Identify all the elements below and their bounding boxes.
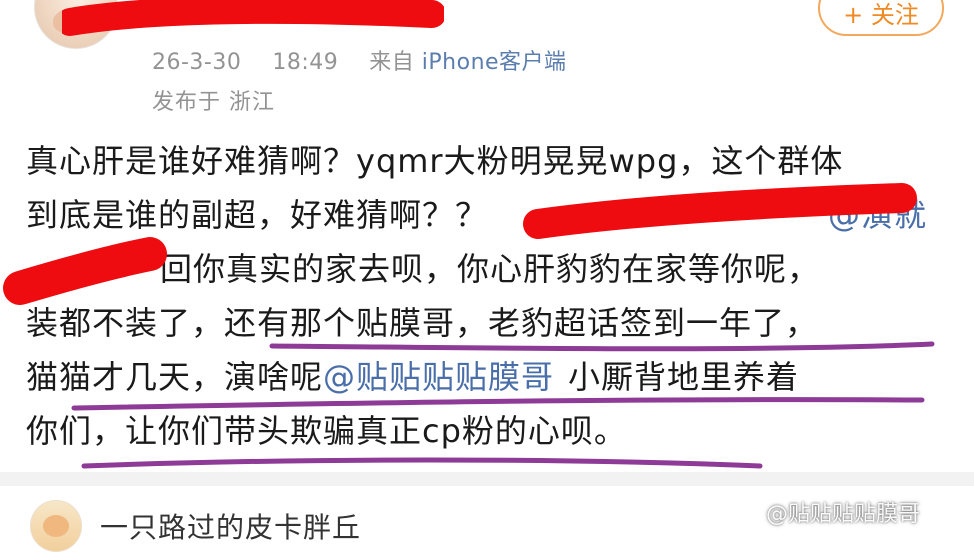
mention-link-redacted[interactable]: @演	[828, 196, 894, 234]
weibo-watermark: @贴贴贴贴膜哥	[736, 496, 920, 528]
post-time: 18:49	[272, 50, 339, 75]
post-line-2: 到底是谁的副超，好难猜啊？？ @演就	[26, 188, 946, 242]
post-line-1: 真心肝是谁好难猜啊？yqmr大粉明晃晃wpg，这个群体	[26, 134, 946, 188]
underline-mark-line6	[81, 457, 763, 469]
post-line-5: 猫猫才几天，演啥呢@贴贴贴贴膜哥 小厮背地里养着	[26, 350, 946, 404]
post-text: 真心肝是谁好难猜啊？yqmr大粉明晃晃wpg，这个群体	[26, 142, 844, 180]
watermark-text: @贴贴贴贴膜哥	[766, 502, 921, 527]
post-text: 到底是谁的副超，好难猜啊？？	[26, 196, 489, 234]
post-location: 发布于 浙江	[152, 90, 275, 115]
follow-button[interactable]: + 关注	[818, 0, 944, 36]
post-date: 26-3-30	[152, 50, 242, 75]
post-line-6: 你们，让你们带头欺骗真正cp粉的心呗。	[26, 404, 946, 458]
post-text: 小厮背地里养着	[568, 358, 800, 396]
weibo-logo-icon	[737, 504, 761, 522]
post-header: + 关注 26-3-30 18:49 来自 iPhone客户端 发布于 浙江	[0, 0, 974, 118]
post-source-link[interactable]: iPhone客户端	[422, 50, 567, 75]
post-body: 真心肝是谁好难猜啊？yqmr大粉明晃晃wpg，这个群体 到底是谁的副超，好难猜啊…	[26, 134, 946, 458]
post-text: 猫猫才几天，演啥呢	[26, 358, 324, 396]
mention-link[interactable]: @贴贴贴贴膜哥	[323, 358, 554, 396]
post-meta: 26-3-30 18:49 来自 iPhone客户端	[152, 44, 567, 76]
post-text: 回你真实的家去呗，你心肝豹豹在家等你呢，	[160, 250, 821, 288]
commenter-name[interactable]: 一只路过的皮卡胖丘	[100, 506, 361, 546]
post-text: 装都不装了，还有那个贴膜哥，老豹超话签到一年了，	[26, 304, 819, 342]
avatar-image	[43, 515, 69, 537]
source-prefix: 来自	[369, 50, 415, 75]
mention-link-tail[interactable]: 就	[894, 196, 927, 234]
post-line-4: 装都不装了，还有那个贴膜哥，老豹超话签到一年了，	[26, 296, 946, 350]
post-text: 你们，让你们带头欺骗真正cp粉的心呗。	[26, 412, 627, 450]
username-redaction	[62, 0, 444, 36]
post-line-3: 回你真实的家去呗，你心肝豹豹在家等你呢，	[26, 242, 946, 296]
section-divider	[0, 472, 974, 486]
commenter-avatar[interactable]	[30, 500, 82, 552]
